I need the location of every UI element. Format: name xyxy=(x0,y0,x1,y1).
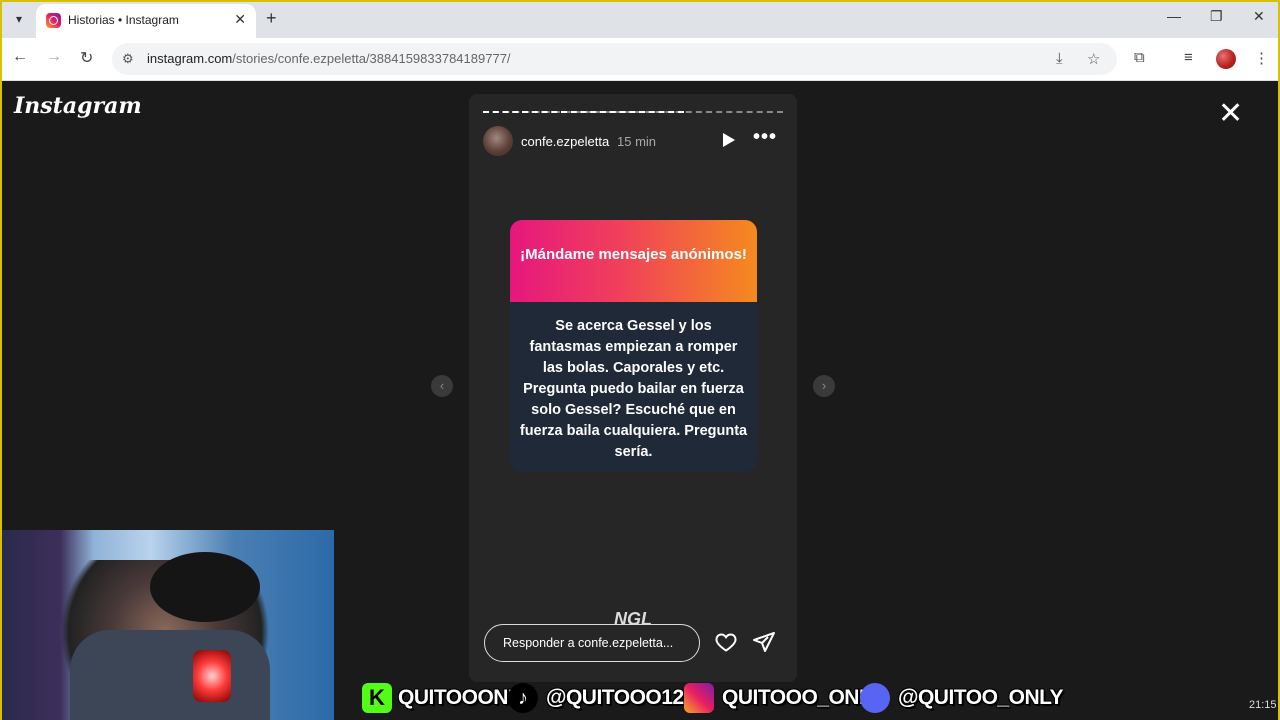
stream-frame-border xyxy=(0,0,1280,720)
